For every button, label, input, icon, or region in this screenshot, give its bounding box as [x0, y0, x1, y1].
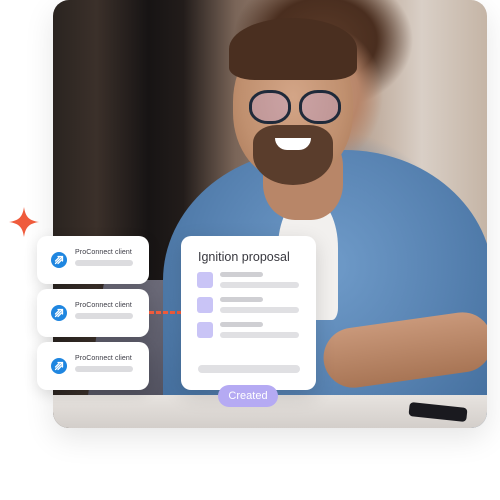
proposal-line-item [197, 272, 301, 288]
proposal-line-item [197, 297, 301, 313]
line-item-thumbnail [197, 322, 213, 338]
line-item-thumbnail [197, 272, 213, 288]
placeholder-bar [198, 365, 300, 373]
placeholder-bar [75, 313, 133, 319]
client-card[interactable]: ProConnect client [37, 236, 149, 284]
hair [229, 18, 357, 80]
placeholder-bar [220, 332, 299, 338]
glasses-right-lens [299, 90, 341, 124]
client-label: ProConnect client [75, 302, 132, 309]
placeholder-bar [75, 366, 133, 372]
client-label: ProConnect client [75, 249, 132, 256]
placeholder-bar [220, 272, 263, 277]
placeholder-bar [220, 307, 299, 313]
placeholder-bar [220, 322, 263, 327]
client-card[interactable]: ProConnect client [37, 342, 149, 390]
proposal-title: Ignition proposal [198, 250, 290, 264]
dashed-connector [149, 311, 181, 314]
ignition-proposal-card[interactable]: Ignition proposal [181, 236, 316, 390]
client-card[interactable]: ProConnect client [37, 289, 149, 337]
placeholder-bar [75, 260, 133, 266]
sparkle-icon [9, 207, 39, 237]
placeholder-bar [220, 297, 263, 302]
client-label: ProConnect client [75, 355, 132, 362]
proconnect-arrow-icon [51, 252, 67, 268]
glasses-left-lens [249, 90, 291, 124]
proposal-line-item [197, 322, 301, 338]
beard [253, 125, 333, 185]
proconnect-arrow-icon [51, 305, 67, 321]
status-badge: Created [218, 385, 278, 407]
placeholder-bar [220, 282, 299, 288]
proconnect-arrow-icon [51, 358, 67, 374]
line-item-thumbnail [197, 297, 213, 313]
